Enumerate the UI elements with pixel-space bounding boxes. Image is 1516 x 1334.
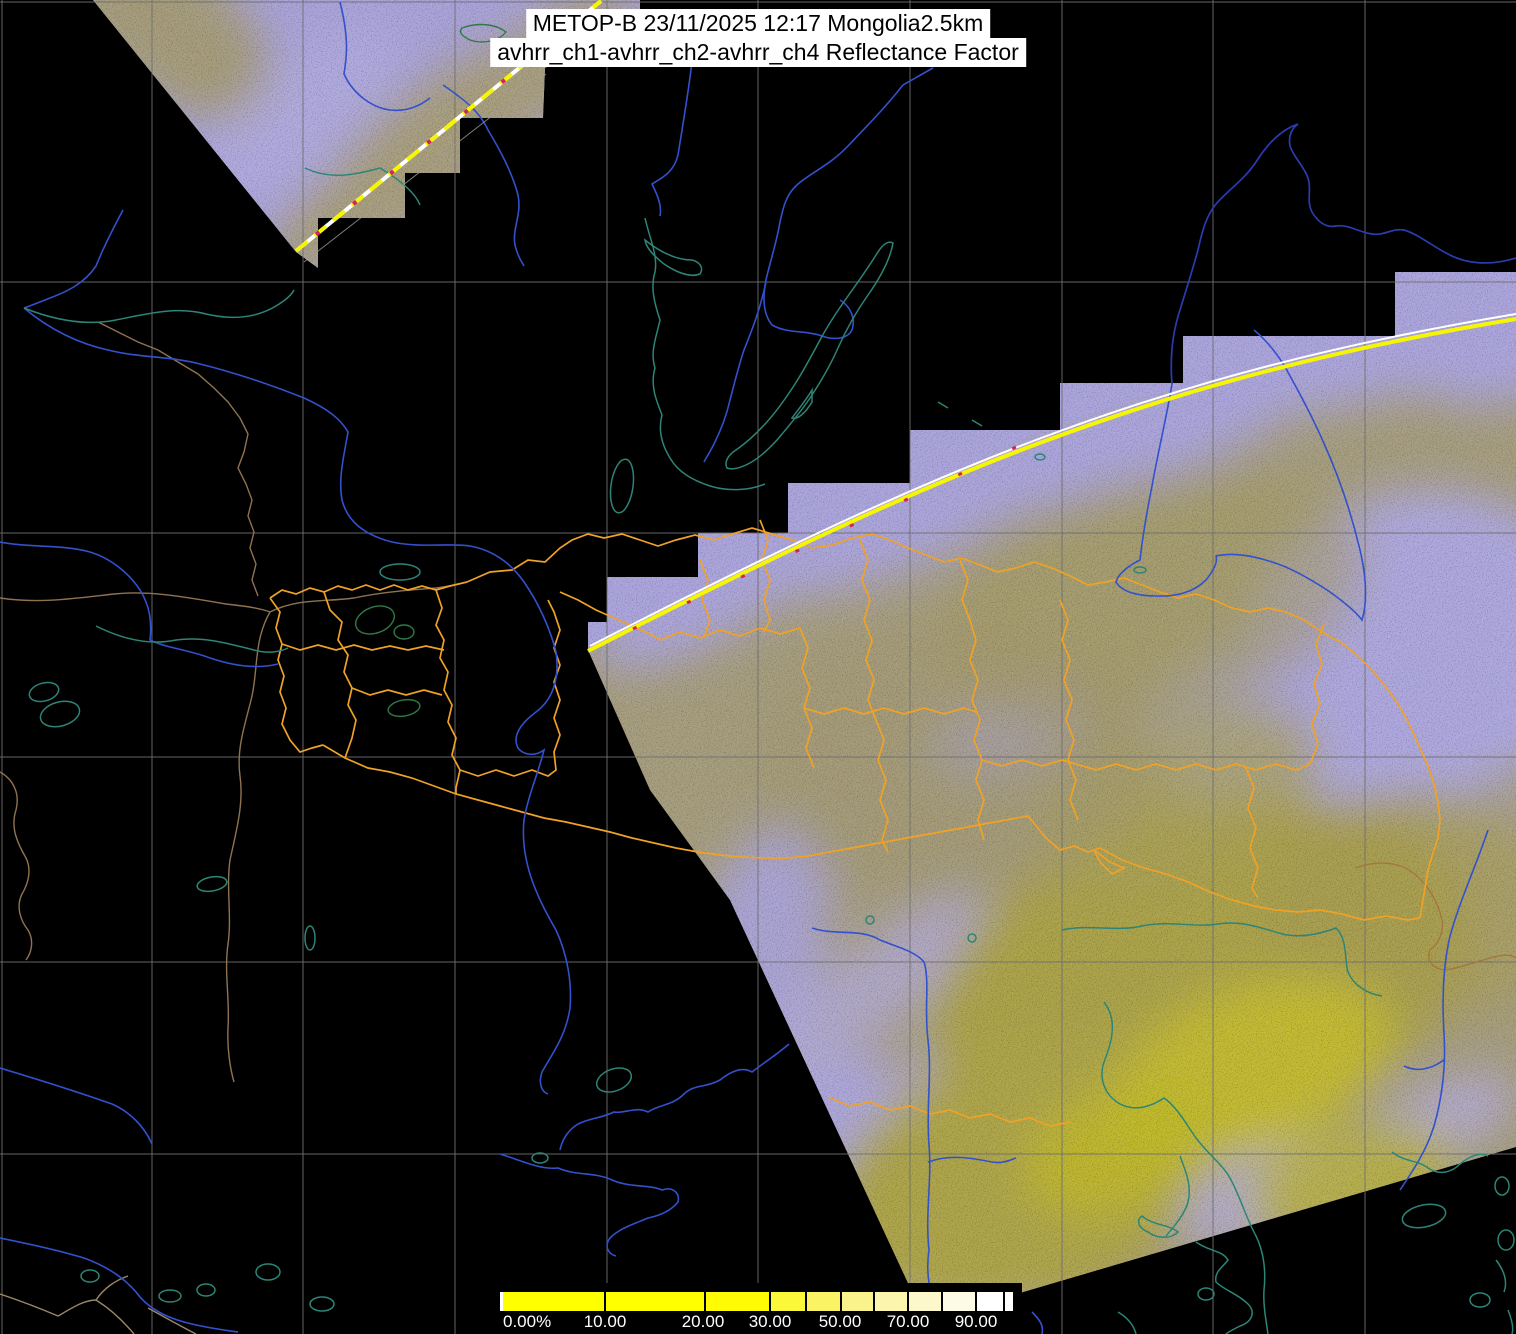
colorbar: 0.00% 10.00 20.00 30.00 50.00 70.00 90.0…: [495, 1283, 1022, 1334]
colorbar-bar: [500, 1292, 1013, 1311]
colorbar-segment: [874, 1292, 908, 1311]
colorbar-label: 90.00: [954, 1312, 998, 1331]
colorbar-label: 10.00: [583, 1312, 627, 1331]
colorbar-divider: [1003, 1292, 1005, 1311]
colorbar-divider: [769, 1292, 771, 1311]
colorbar-label: 20.00: [681, 1312, 725, 1331]
colorbar-label: 70.00: [886, 1312, 930, 1331]
colorbar-segment: [705, 1292, 770, 1311]
colorbar-segment: [976, 1292, 1004, 1311]
colorbar-segment: [942, 1292, 976, 1311]
colorbar-segment: [605, 1292, 705, 1311]
colorbar-label: 0.00%: [503, 1312, 552, 1331]
colorbar-segment: [841, 1292, 874, 1311]
colorbar-divider: [873, 1292, 875, 1311]
colorbar-divider: [941, 1292, 943, 1311]
colorbar-left-edge: [500, 1292, 503, 1311]
colorbar-divider: [604, 1292, 606, 1311]
title-line-1: METOP-B 23/11/2025 12:17 Mongolia2.5km: [525, 9, 991, 38]
colorbar-divider: [975, 1292, 977, 1311]
colorbar-segment: [908, 1292, 942, 1311]
colorbar-divider: [907, 1292, 909, 1311]
colorbar-segment: [1004, 1292, 1013, 1311]
title-line-2: avhrr_ch1-avhrr_ch2-avhrr_ch4 Reflectanc…: [490, 38, 1026, 67]
colorbar-label: 30.00: [748, 1312, 792, 1331]
colorbar-segment: [503, 1292, 605, 1311]
satellite-quicklook: METOP-B 23/11/2025 12:17 Mongolia2.5km a…: [0, 0, 1516, 1334]
colorbar-divider: [704, 1292, 706, 1311]
colorbar-label: 50.00: [818, 1312, 862, 1331]
colorbar-divider: [805, 1292, 807, 1311]
map-canvas: [0, 0, 1516, 1334]
title-block: METOP-B 23/11/2025 12:17 Mongolia2.5km a…: [490, 9, 1026, 67]
colorbar-segment: [806, 1292, 841, 1311]
colorbar-segment: [770, 1292, 806, 1311]
colorbar-divider: [840, 1292, 842, 1311]
